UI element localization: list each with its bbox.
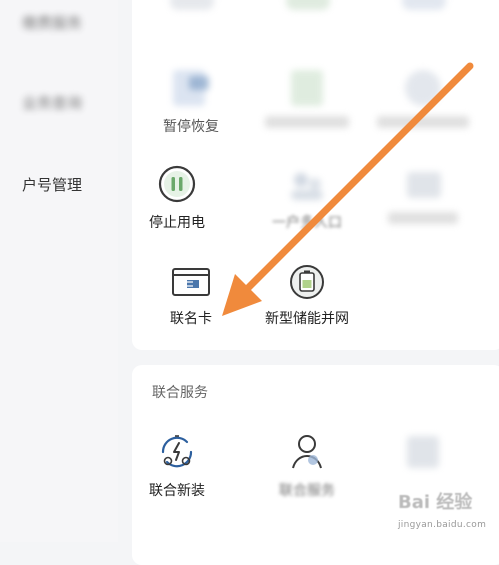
blurred-icon (285, 66, 329, 110)
person-icon (285, 430, 329, 474)
service-label: 暂停恢复 (163, 119, 219, 135)
sidebar: 缴费服务 业务查询 户号管理 (0, 0, 118, 542)
service-label: 新型储能并网 (265, 311, 349, 327)
blurred-icon (170, 0, 214, 10)
service-label: 停止用电 (149, 215, 205, 231)
pause-circle-icon (155, 162, 199, 206)
joint-install-icon (155, 430, 199, 474)
sidebar-item-payment[interactable]: 缴费服务 (22, 12, 118, 33)
blurred-icon (402, 0, 446, 10)
service-label (368, 116, 478, 132)
blurred-icon (401, 66, 445, 110)
energy-storage-icon (285, 260, 329, 304)
blurred-icon (401, 164, 445, 208)
pause-resume-icon (169, 66, 213, 110)
watermark-logo: Bai 经验 (398, 492, 473, 513)
blurred-icon (286, 0, 330, 10)
service-label: 联合服务 (279, 483, 335, 499)
watermark: Bai 经验 jingyan.baidu.com (398, 486, 494, 536)
co-branded-card-icon (169, 260, 213, 304)
service-label: 一户多人口 (272, 215, 342, 231)
service-label: 联名卡 (170, 311, 212, 327)
service-label: 联合新装 (149, 483, 205, 499)
section-title: 联合服务 (152, 385, 208, 401)
service-label (252, 116, 362, 132)
watermark-url: jingyan.baidu.com (398, 520, 487, 530)
multi-person-icon (285, 164, 329, 208)
service-label (368, 212, 478, 228)
sidebar-item-account-management[interactable]: 户号管理 (22, 174, 118, 195)
sidebar-item-query[interactable]: 业务查询 (22, 92, 118, 113)
blurred-icon (401, 430, 445, 474)
